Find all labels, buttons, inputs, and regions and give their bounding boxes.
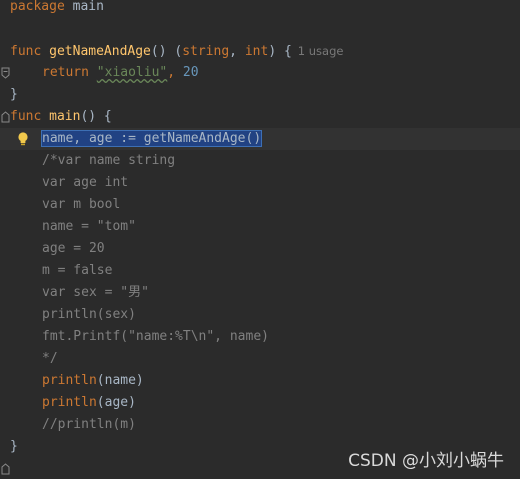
code-editor[interactable]: package main func getNameAndAge() (strin… bbox=[0, 0, 520, 479]
block-comment: println(sex) bbox=[42, 307, 136, 322]
block-comment: age = 20 bbox=[42, 241, 105, 256]
closing-brace: } bbox=[10, 87, 18, 102]
block-comment: */ bbox=[42, 351, 58, 366]
type-keyword: int bbox=[244, 44, 269, 59]
block-comment: var m bool bbox=[42, 197, 121, 212]
lightbulb-icon[interactable] bbox=[16, 131, 30, 147]
line-comment: //println(m) bbox=[42, 417, 136, 432]
code-line-1[interactable]: package main bbox=[0, 0, 520, 18]
builtin-function: println bbox=[42, 395, 97, 410]
number-literal: 20 bbox=[182, 65, 199, 80]
usage-hint-link[interactable]: 1 usage bbox=[298, 44, 344, 58]
code-line-13[interactable]: m = false bbox=[0, 260, 520, 282]
type-keyword: string bbox=[182, 44, 230, 59]
block-comment: /*var name string bbox=[42, 153, 176, 168]
call-arguments: (name) bbox=[96, 373, 144, 388]
code-line-6[interactable]: func main() { bbox=[0, 106, 520, 145]
csdn-watermark: CSDN @小刘小蜗牛 bbox=[348, 451, 504, 471]
code-line-17[interactable]: */ bbox=[0, 348, 520, 370]
block-comment: name = "tom" bbox=[42, 219, 136, 234]
package-name: main bbox=[72, 0, 104, 14]
punctuation: , bbox=[167, 65, 176, 80]
code-line-20[interactable]: //println(m) bbox=[0, 414, 520, 436]
punctuation: , bbox=[229, 44, 237, 59]
code-line-16[interactable]: fmt.Printf("name:%T\n", name) bbox=[0, 326, 520, 348]
code-line-15[interactable]: println(sex) bbox=[0, 304, 520, 326]
function-name[interactable]: main bbox=[49, 109, 80, 124]
punctuation: () { bbox=[80, 109, 112, 124]
code-line-19[interactable]: println(age) bbox=[0, 392, 520, 414]
code-line-4[interactable]: return "xiaoliu", 20 bbox=[0, 62, 520, 84]
block-comment: fmt.Printf("name:%T\n", name) bbox=[42, 329, 269, 344]
block-comment: var age int bbox=[42, 175, 129, 190]
selected-code[interactable]: name, age := getNameAndAge() bbox=[40, 130, 263, 147]
code-line-12[interactable]: age = 20 bbox=[0, 238, 520, 260]
call-arguments: (age) bbox=[96, 395, 136, 410]
keyword: package bbox=[10, 0, 65, 14]
keyword: func bbox=[10, 44, 42, 59]
string-literal: "xiaoliu" bbox=[96, 65, 168, 80]
code-line-11[interactable]: name = "tom" bbox=[0, 216, 520, 238]
code-line-14[interactable]: var sex = "男" bbox=[0, 282, 520, 304]
code-line-18[interactable]: println(name) bbox=[0, 370, 520, 392]
fold-end-icon[interactable] bbox=[1, 458, 10, 479]
closing-brace: } bbox=[10, 439, 18, 454]
block-comment: m = false bbox=[42, 263, 113, 278]
code-line-5[interactable]: } bbox=[0, 84, 520, 123]
function-name[interactable]: getNameAndAge bbox=[49, 44, 151, 59]
code-line-3[interactable]: func getNameAndAge() (string, int) { 1 us… bbox=[0, 40, 520, 79]
keyword: return bbox=[42, 65, 89, 80]
keyword: func bbox=[10, 109, 42, 124]
code-line-9[interactable]: var age int bbox=[0, 172, 520, 194]
block-comment: var sex = "男" bbox=[42, 285, 149, 300]
punctuation: () ( bbox=[150, 44, 183, 59]
builtin-function: println bbox=[42, 373, 97, 388]
code-line-8[interactable]: /*var name string bbox=[0, 150, 520, 172]
code-line-7[interactable]: name, age := getNameAndAge() bbox=[0, 128, 520, 150]
punctuation: ) { bbox=[268, 44, 292, 59]
code-line-10[interactable]: var m bool bbox=[0, 194, 520, 216]
